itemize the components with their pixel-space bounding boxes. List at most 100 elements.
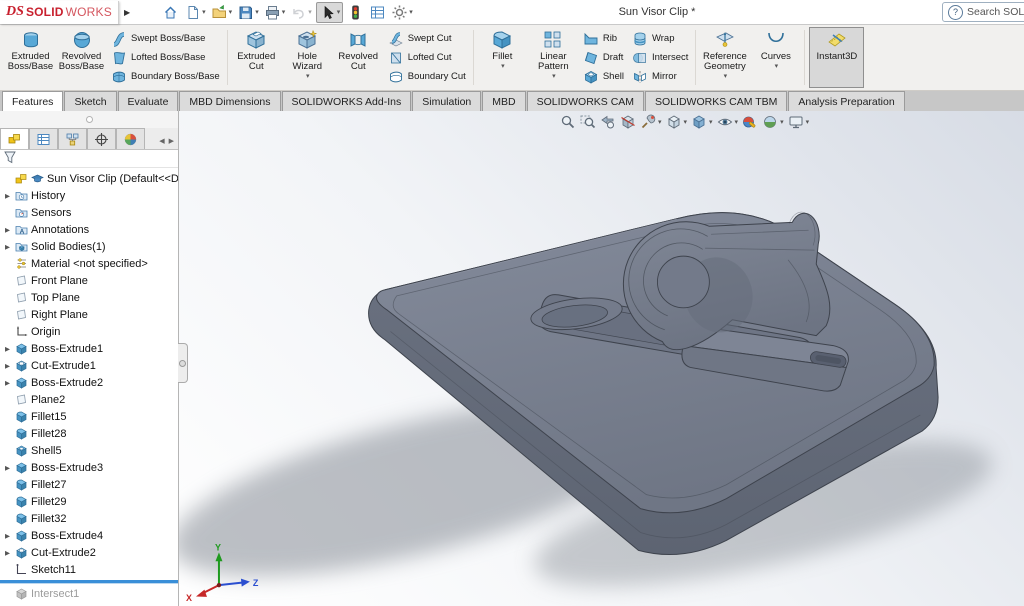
panel-tab-propertymanager[interactable]	[29, 128, 58, 149]
tree-item-fillet29[interactable]: Fillet29	[0, 493, 178, 510]
dropdown-caret[interactable]: ▾	[282, 9, 286, 16]
panel-collapse-handle[interactable]	[178, 343, 188, 383]
new-document-button[interactable]: ▾	[183, 2, 207, 23]
intersect-button[interactable]: Intersect	[629, 48, 691, 67]
instant3d-button[interactable]: Instant3D	[809, 27, 864, 88]
lofted-boss-base-button[interactable]: Lofted Boss/Base	[108, 48, 223, 67]
dropdown-caret[interactable]: ▾	[255, 9, 259, 16]
fillet-button[interactable]: Fillet▾	[478, 27, 527, 88]
print-button[interactable]: ▾	[263, 2, 287, 23]
tree-item-plane2[interactable]: Plane2	[0, 391, 178, 408]
panel-tab-featuremanager-design-tree[interactable]	[0, 128, 29, 149]
tree-filter-row[interactable]	[0, 150, 178, 168]
swept-cut-button[interactable]: Swept Cut	[385, 29, 469, 48]
mirror-button[interactable]: Mirror	[629, 67, 691, 86]
tree-item-boss-extrude3[interactable]: ▶Boss-Extrude3	[0, 459, 178, 476]
tree-item-fillet32[interactable]: Fillet32	[0, 510, 178, 527]
view-settings-button[interactable]: ▾	[787, 113, 811, 131]
select-button[interactable]: ▾	[316, 2, 344, 23]
tree-item-boss-extrude2[interactable]: ▶Boss-Extrude2	[0, 374, 178, 391]
apply-scene-button[interactable]: ▾	[761, 113, 785, 131]
tab-solidworks-cam[interactable]: SOLIDWORKS CAM	[527, 91, 644, 111]
tab-analysis-preparation[interactable]: Analysis Preparation	[788, 91, 904, 111]
display-style-button[interactable]: ▾	[690, 113, 714, 131]
dropdown-caret[interactable]: ▾	[501, 63, 505, 70]
panel-tab-dimxpertmanager[interactable]	[87, 128, 116, 149]
undo-button[interactable]: ▾	[289, 2, 313, 23]
boundary-cut-button[interactable]: Boundary Cut	[385, 67, 469, 86]
tree-item-right-plane[interactable]: Right Plane	[0, 306, 178, 323]
tree-item-annotations[interactable]: ▶AAnnotations	[0, 221, 178, 238]
zoom-to-area-button[interactable]	[579, 113, 597, 131]
tree-item-boss-extrude4[interactable]: ▶Boss-Extrude4	[0, 527, 178, 544]
expand-arrow-icon[interactable]: ▶	[3, 243, 12, 251]
tree-item-history[interactable]: ▶History	[0, 187, 178, 204]
expand-arrow-icon[interactable]: ▶	[3, 532, 12, 540]
dropdown-caret[interactable]: ▾	[409, 9, 413, 16]
section-view-button[interactable]	[619, 113, 637, 131]
lofted-cut-button[interactable]: Lofted Cut	[385, 48, 469, 67]
view-orientation-button[interactable]: ▾	[665, 113, 689, 131]
tree-item-intersect1[interactable]: Intersect1	[0, 585, 178, 602]
tab-sketch[interactable]: Sketch	[64, 91, 116, 111]
rebuild-traffic-light-button[interactable]	[346, 2, 365, 23]
zoom-to-fit-button[interactable]	[559, 113, 577, 131]
dropdown-caret[interactable]: ▾	[709, 119, 713, 126]
extruded-boss-base-button[interactable]: Extruded Boss/Base	[6, 27, 55, 88]
rib-button[interactable]: Rib	[580, 29, 627, 48]
shell-button[interactable]: Shell	[580, 67, 627, 86]
wrap-button[interactable]: Wrap	[629, 29, 691, 48]
draft-button[interactable]: Draft	[580, 48, 627, 67]
tab-solidworks-cam-tbm[interactable]: SOLIDWORKS CAM TBM	[645, 91, 787, 111]
expand-arrow-icon[interactable]: ▶	[3, 379, 12, 387]
tree-item-solid-bodies-1[interactable]: ▶Solid Bodies(1)	[0, 238, 178, 255]
previous-view-button[interactable]	[599, 113, 617, 131]
extruded-cut-button[interactable]: Extruded Cut	[232, 27, 281, 88]
solidworks-logo[interactable]: DS SOLIDWORKS	[0, 1, 119, 24]
tab-simulation[interactable]: Simulation	[412, 91, 481, 111]
dropdown-caret[interactable]: ▾	[735, 119, 739, 126]
panel-tab-configurationmanager[interactable]	[58, 128, 87, 149]
dropdown-caret[interactable]: ▾	[306, 73, 310, 80]
tab-mbd[interactable]: MBD	[482, 91, 525, 111]
file-properties-button[interactable]	[368, 2, 387, 23]
expand-arrow-icon[interactable]: ▶	[3, 226, 12, 234]
tree-item-shell5[interactable]: Shell5	[0, 442, 178, 459]
search-box[interactable]: ? Search SOLIDW	[942, 2, 1024, 22]
expand-arrow-icon[interactable]: ▶	[3, 549, 12, 557]
expand-arrow-icon[interactable]: ▶	[3, 345, 12, 353]
edit-appearance-button[interactable]	[741, 113, 759, 131]
dropdown-caret[interactable]: ▾	[229, 9, 233, 16]
tree-item-sensors[interactable]: Sensors	[0, 204, 178, 221]
tab-solidworks-add-ins[interactable]: SOLIDWORKS Add-Ins	[282, 91, 412, 111]
swept-boss-base-button[interactable]: Swept Boss/Base	[108, 29, 223, 48]
hide-show-items-button[interactable]: ▾	[716, 113, 740, 131]
tree-item-front-plane[interactable]: Front Plane	[0, 272, 178, 289]
dropdown-caret[interactable]: ▾	[552, 73, 556, 80]
dropdown-caret[interactable]: ▾	[308, 9, 312, 16]
dropdown-caret[interactable]: ▾	[806, 119, 810, 126]
boundary-boss-base-button[interactable]: Boundary Boss/Base	[108, 67, 223, 86]
tree-item-fillet28[interactable]: Fillet28	[0, 425, 178, 442]
panel-grip[interactable]	[0, 111, 178, 128]
rollback-bar[interactable]	[0, 580, 178, 583]
expand-arrow-icon[interactable]: ▶	[3, 464, 12, 472]
dropdown-caret[interactable]: ▾	[724, 73, 728, 80]
dropdown-caret[interactable]: ▾	[775, 63, 779, 70]
options-button[interactable]: ▾	[390, 2, 414, 23]
tab-mbd-dimensions[interactable]: MBD Dimensions	[179, 91, 280, 111]
linear-pattern-button[interactable]: Linear Pattern▾	[529, 27, 578, 88]
menu-flyout-arrow[interactable]: ▶	[119, 8, 135, 17]
home-button[interactable]	[161, 2, 180, 23]
panel-scroll-left-icon[interactable]: ◀	[159, 137, 164, 145]
revolved-cut-button[interactable]: Revolved Cut	[334, 27, 383, 88]
hole-wizard-button[interactable]: Hole Wizard▾	[283, 27, 332, 88]
tree-item-top-plane[interactable]: Top Plane	[0, 289, 178, 306]
tab-features[interactable]: Features	[2, 91, 63, 111]
reference-geometry-button[interactable]: Reference Geometry▾	[700, 27, 749, 88]
dynamic-annotation-views-button[interactable]: ▾	[639, 113, 663, 131]
tree-item-sketch11[interactable]: Sketch11	[0, 561, 178, 578]
tree-item-cut-extrude1[interactable]: ▶Cut-Extrude1	[0, 357, 178, 374]
tree-item-material-not-specified[interactable]: Material <not specified>	[0, 255, 178, 272]
expand-arrow-icon[interactable]: ▶	[3, 362, 12, 370]
